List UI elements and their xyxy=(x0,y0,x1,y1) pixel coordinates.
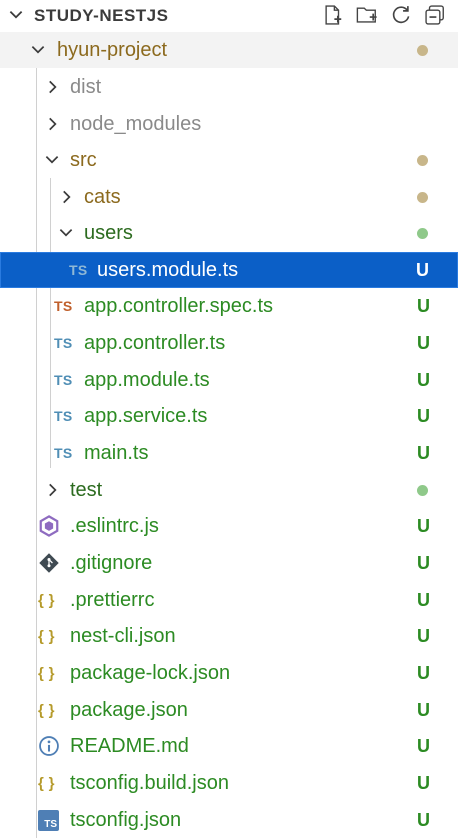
tree-item-tsconfig-build[interactable]: { } tsconfig.build.json U xyxy=(0,765,458,801)
folder-label: node_modules xyxy=(70,112,202,135)
tree-item-nest-cli[interactable]: { } nest-cli.json U xyxy=(0,618,458,654)
collapse-all-icon[interactable] xyxy=(422,3,448,27)
json-icon: { } xyxy=(38,627,55,645)
file-label: tsconfig.build.json xyxy=(70,771,229,794)
untracked-badge: U xyxy=(416,259,429,280)
folder-label: users xyxy=(84,221,133,244)
file-label: README.md xyxy=(70,734,189,757)
tree-item-hyun-project[interactable]: hyun-project xyxy=(0,32,458,68)
folder-label: hyun-project xyxy=(57,38,168,61)
tsconfig-icon-label: TS xyxy=(44,819,57,830)
tree-item-dist[interactable]: dist xyxy=(0,69,458,105)
git-icon xyxy=(38,552,60,580)
file-label: nest-cli.json xyxy=(70,624,176,647)
untracked-badge: U xyxy=(417,515,430,536)
typescript-icon: TS xyxy=(54,445,73,461)
file-label: .gitignore xyxy=(70,551,153,574)
typescript-icon: TS xyxy=(54,408,73,424)
untracked-badge: U xyxy=(417,772,430,793)
chevron-down-icon[interactable] xyxy=(56,223,76,243)
tree-item-tsconfig[interactable]: TS tsconfig.json U xyxy=(0,802,458,838)
file-label: users.module.ts xyxy=(97,258,239,281)
tree-item-test[interactable]: test xyxy=(0,472,458,508)
file-label: app.module.ts xyxy=(84,368,210,391)
chevron-right-icon[interactable] xyxy=(42,114,62,134)
file-label: package-lock.json xyxy=(70,661,231,684)
json-icon: { } xyxy=(38,664,55,682)
tree-item-eslintrc[interactable]: .eslintrc.js U xyxy=(0,508,458,544)
tree-item-package-lock[interactable]: { } package-lock.json U xyxy=(0,655,458,691)
tree-item-gitignore[interactable]: .gitignore U xyxy=(0,545,458,581)
tree-item-app-controller-spec[interactable]: TS app.controller.spec.ts U xyxy=(0,288,458,324)
file-label: main.ts xyxy=(84,441,149,464)
tree-item-readme[interactable]: README.md U xyxy=(0,728,458,764)
typescript-icon: TS xyxy=(69,262,88,278)
typescript-icon: TS xyxy=(54,372,73,388)
json-icon: { } xyxy=(38,591,55,609)
folder-label: src xyxy=(70,148,97,171)
file-label: tsconfig.json xyxy=(70,808,182,831)
file-label: .prettierrc xyxy=(70,588,155,611)
chevron-down-icon[interactable] xyxy=(42,150,62,170)
file-label: .eslintrc.js xyxy=(70,514,159,537)
folder-label: dist xyxy=(70,75,102,98)
tree-item-main[interactable]: TS main.ts U xyxy=(0,435,458,471)
json-icon: { } xyxy=(38,701,55,719)
untracked-badge: U xyxy=(417,405,430,426)
folder-label: test xyxy=(70,478,103,501)
file-label: app.controller.ts xyxy=(84,331,226,354)
untracked-badge: U xyxy=(417,552,430,573)
untracked-badge: U xyxy=(417,332,430,353)
json-icon: { } xyxy=(38,774,55,792)
tree-item-users-module[interactable]: TS users.module.ts U xyxy=(0,252,458,288)
tree-item-node-modules[interactable]: node_modules xyxy=(0,106,458,142)
file-label: app.controller.spec.ts xyxy=(84,294,273,317)
chevron-right-icon[interactable] xyxy=(42,77,62,97)
tree-item-cats[interactable]: cats xyxy=(0,179,458,215)
new-file-icon[interactable] xyxy=(320,3,346,27)
refresh-icon[interactable] xyxy=(388,3,414,27)
untracked-badge: U xyxy=(417,589,430,610)
modified-dot xyxy=(417,44,428,56)
tree-item-prettierrc[interactable]: { } .prettierrc U xyxy=(0,582,458,618)
tree-item-app-module[interactable]: TS app.module.ts U xyxy=(0,362,458,398)
untracked-badge: U xyxy=(417,809,430,830)
tsconfig-icon: TS xyxy=(38,810,59,831)
chevron-down-icon[interactable] xyxy=(28,40,48,60)
chevron-right-icon[interactable] xyxy=(42,480,62,500)
tree-item-src[interactable]: src xyxy=(0,142,458,178)
folder-label: cats xyxy=(84,185,121,208)
untracked-badge: U xyxy=(417,369,430,390)
eslint-icon xyxy=(38,515,60,543)
typescript-spec-icon: TS xyxy=(54,298,73,314)
untracked-badge: U xyxy=(417,735,430,756)
untracked-badge: U xyxy=(417,625,430,646)
typescript-icon: TS xyxy=(54,335,73,351)
untracked-badge: U xyxy=(417,662,430,683)
new-folder-icon[interactable] xyxy=(354,3,380,27)
tree-item-app-service[interactable]: TS app.service.ts U xyxy=(0,398,458,434)
file-label: app.service.ts xyxy=(84,404,208,427)
info-icon xyxy=(38,735,60,763)
tree-item-users[interactable]: users xyxy=(0,215,458,251)
untracked-dot xyxy=(417,227,428,239)
untracked-dot xyxy=(417,484,428,496)
chevron-down-icon[interactable] xyxy=(6,5,26,25)
tree-item-app-controller[interactable]: TS app.controller.ts U xyxy=(0,325,458,361)
explorer-header[interactable]: STUDY-NESTJS xyxy=(0,0,458,30)
chevron-right-icon[interactable] xyxy=(56,187,76,207)
tree-item-package[interactable]: { } package.json U xyxy=(0,692,458,728)
file-label: package.json xyxy=(70,698,188,721)
modified-dot xyxy=(417,191,428,203)
untracked-badge: U xyxy=(417,295,430,316)
modified-dot xyxy=(417,154,428,166)
workspace-title: STUDY-NESTJS xyxy=(34,6,169,25)
untracked-badge: U xyxy=(417,442,430,463)
untracked-badge: U xyxy=(417,699,430,720)
